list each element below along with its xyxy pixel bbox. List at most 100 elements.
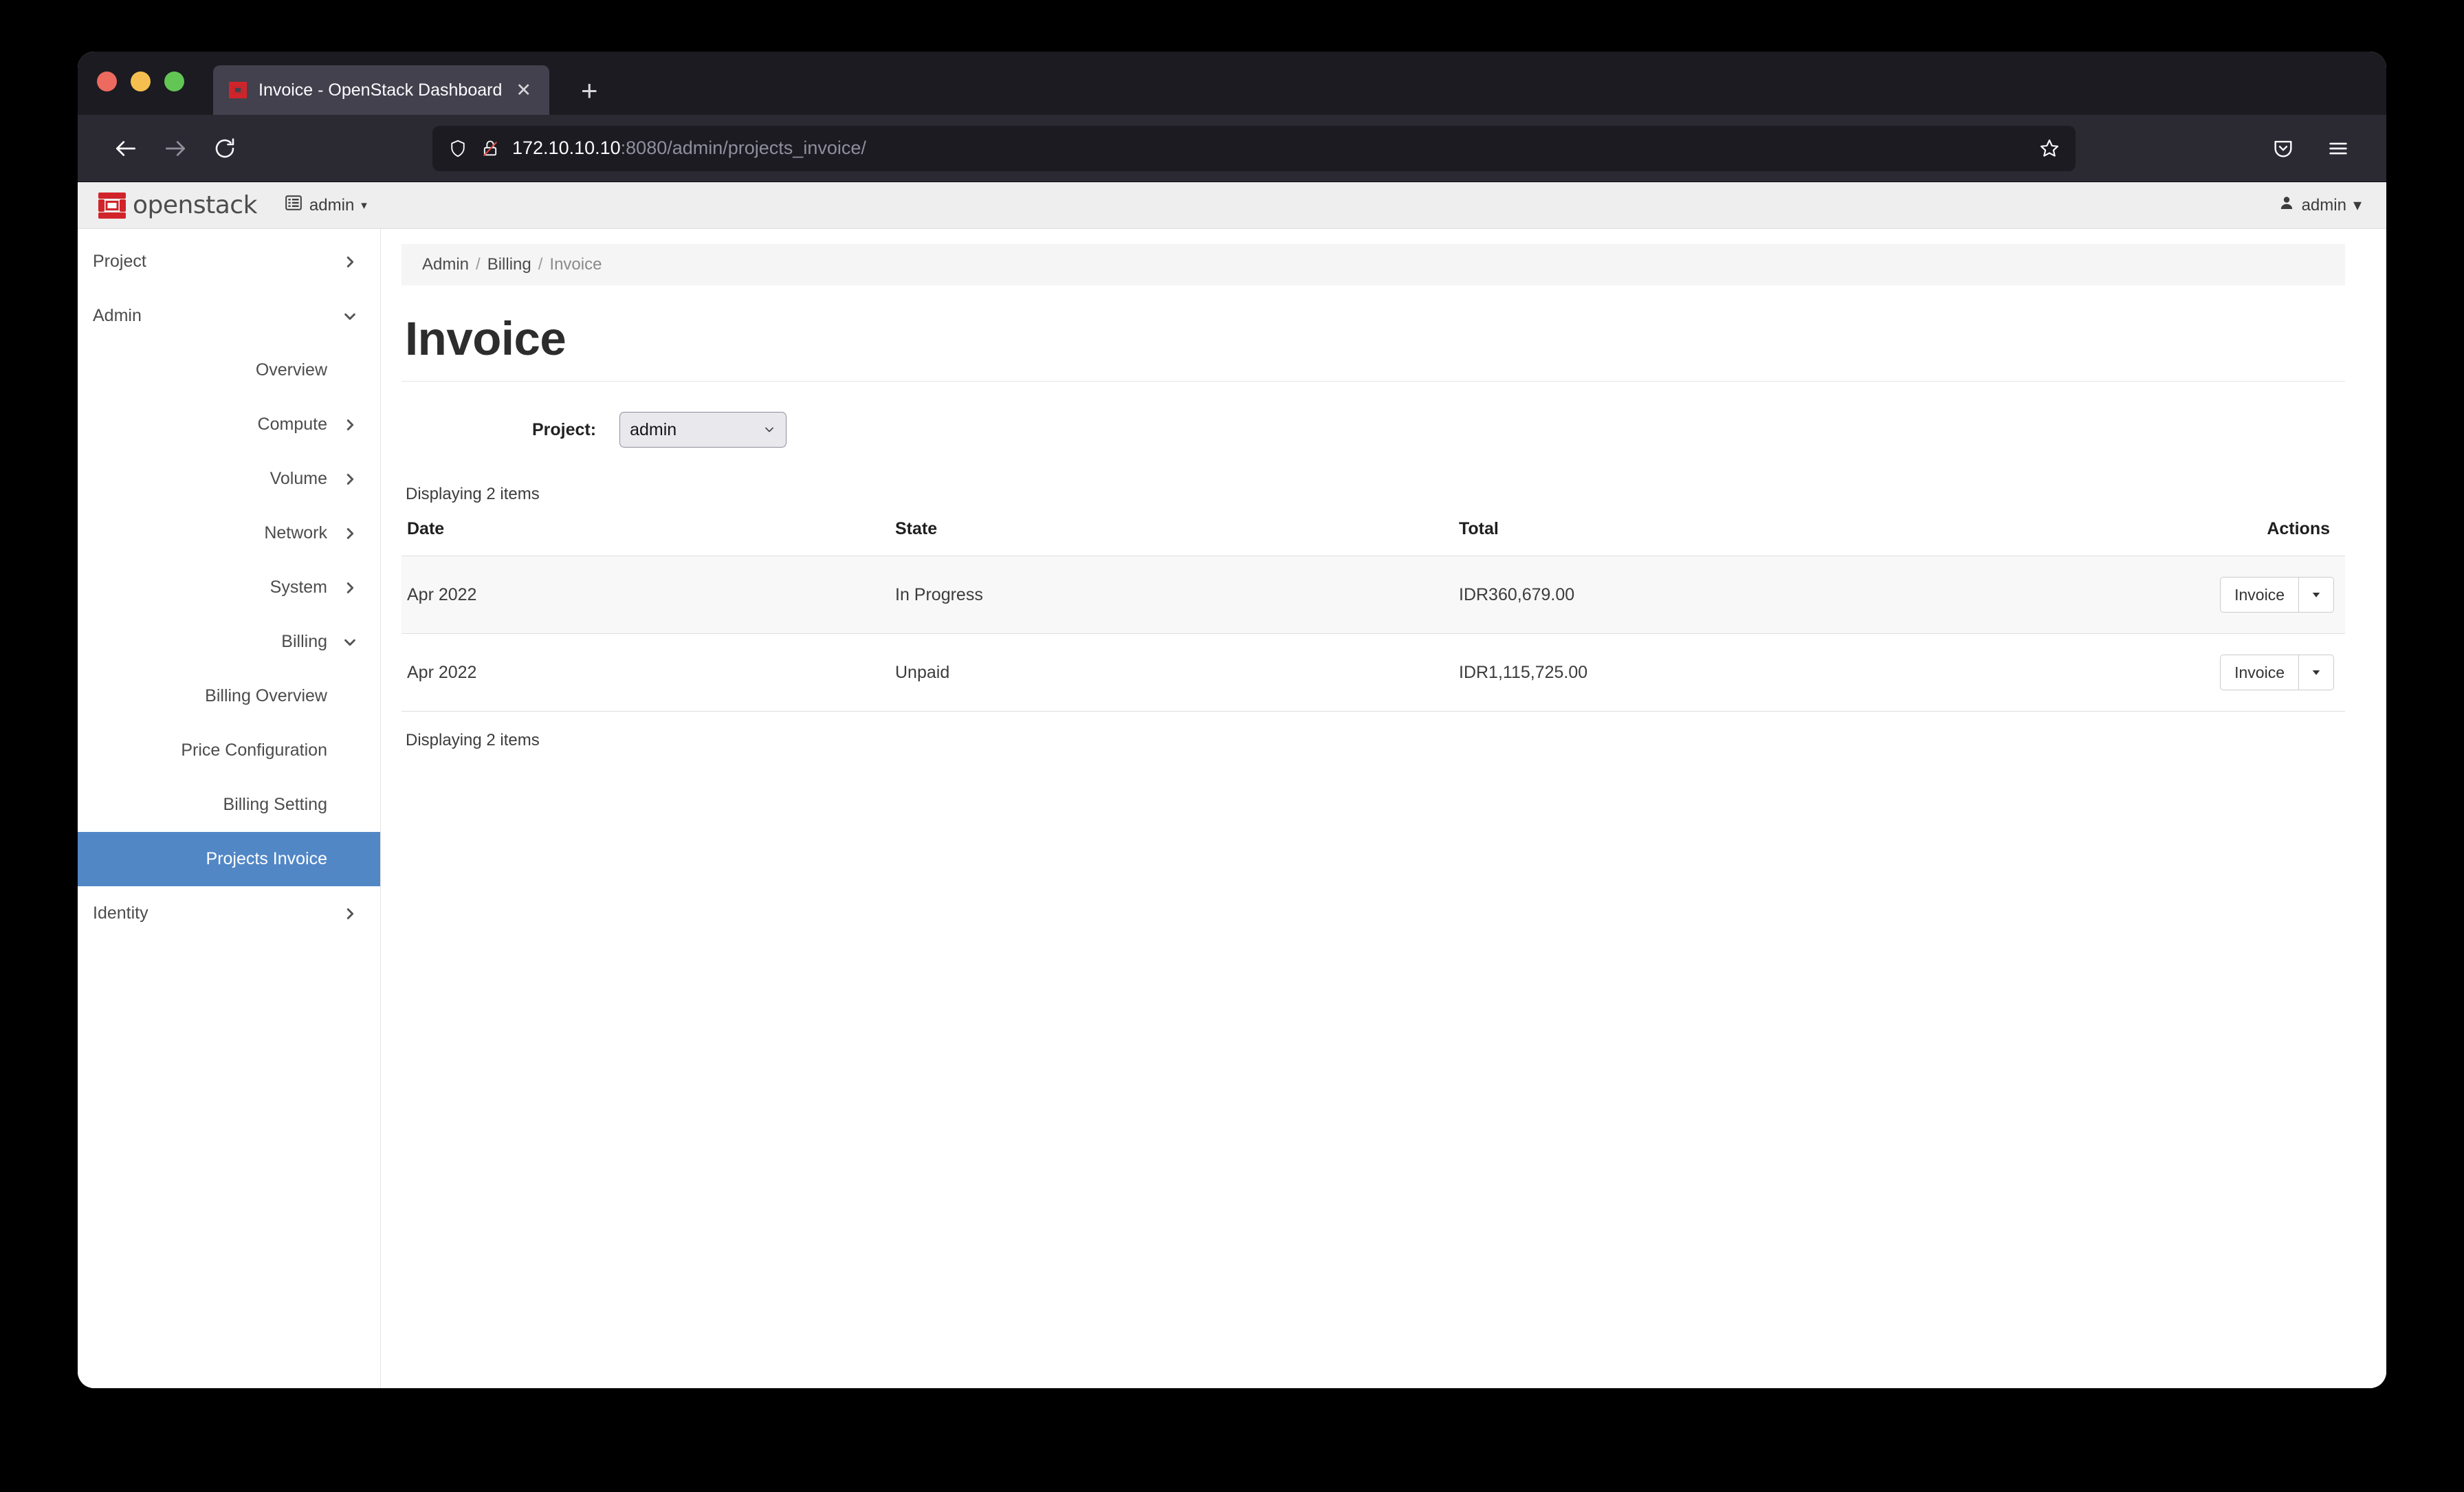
sidebar-item-billing-overview[interactable]: Billing Overview: [78, 669, 380, 723]
hamburger-menu-icon[interactable]: [2313, 124, 2363, 173]
sidebar-item-label: Identity: [93, 903, 148, 923]
dashboard-navbar: openstack admin ▾ admin ▾: [78, 182, 2386, 229]
item-count-bottom: Displaying 2 items: [406, 731, 540, 749]
dashboard-body: Project Admin Overview Compute Volume Network…: [78, 229, 2386, 1388]
chevron-down-icon: [342, 635, 358, 650]
url-bar[interactable]: 172.10.10.10:8080/admin/projects_invoice…: [432, 125, 2076, 171]
breadcrumb-item-billing[interactable]: Billing: [487, 255, 531, 274]
project-filter-label: Project:: [532, 419, 597, 439]
cell-state: In Progress: [890, 556, 1453, 634]
sidebar-item-compute[interactable]: Compute: [78, 397, 380, 452]
chevron-right-icon: [342, 906, 358, 921]
invoice-button[interactable]: Invoice: [2220, 577, 2298, 613]
browser-window: Invoice - OpenStack Dashboard ✕ + 172.10…: [78, 52, 2386, 1388]
invoice-button-group: Invoice: [2220, 655, 2334, 690]
bookmark-star-icon[interactable]: [2038, 138, 2060, 160]
project-select[interactable]: admin: [619, 412, 787, 448]
user-menu[interactable]: admin ▾: [2278, 195, 2362, 216]
sidebar-item-volume[interactable]: Volume: [78, 452, 380, 506]
browser-toolbar-right: [2258, 124, 2363, 173]
chevron-down-icon: [762, 423, 776, 437]
sidebar-item-label: Billing Overview: [205, 686, 327, 705]
cell-total: IDR360,679.00: [1453, 556, 1906, 634]
breadcrumb-item-admin[interactable]: Admin: [422, 255, 469, 274]
sidebar-item-label: Network: [264, 523, 327, 542]
invoice-table-body: Apr 2022 In Progress IDR360,679.00 Invoice A…: [402, 556, 2345, 712]
project-select-value: admin: [630, 419, 677, 439]
reload-button[interactable]: [200, 124, 250, 173]
cell-state: Unpaid: [890, 633, 1453, 712]
table-row[interactable]: Apr 2022 In Progress IDR360,679.00 Invoice: [402, 556, 2345, 634]
title-divider: [402, 381, 2345, 382]
column-header-actions: Actions: [2267, 519, 2330, 538]
sidebar-item-label: Price Configuration: [181, 740, 327, 760]
cell-actions: Invoice: [1905, 556, 2345, 634]
invoice-button-group: Invoice: [2220, 577, 2334, 613]
url-host: 172.10.10.10: [512, 138, 621, 158]
forward-button[interactable]: [151, 124, 200, 173]
breadcrumb-current: Invoice: [549, 255, 602, 274]
table-header-row: Date State Total Actions: [402, 519, 2345, 556]
browser-nav-bar: 172.10.10.10:8080/admin/projects_invoice…: [78, 115, 2386, 182]
browser-tab[interactable]: Invoice - OpenStack Dashboard ✕: [213, 65, 549, 115]
breadcrumb-separator: /: [538, 255, 543, 274]
sidebar-item-projects-invoice[interactable]: Projects Invoice: [78, 832, 380, 886]
sidebar-item-label: Volume: [270, 469, 327, 488]
sidebar-item-price-configuration[interactable]: Price Configuration: [78, 723, 380, 778]
openstack-logo-icon: [98, 192, 126, 219]
project-filter-row: Project: admin: [402, 412, 2345, 448]
sidebar: Project Admin Overview Compute Volume Network…: [78, 229, 381, 1388]
column-header-total[interactable]: Total: [1453, 519, 1905, 556]
invoice-button[interactable]: Invoice: [2220, 655, 2298, 690]
cell-date: Apr 2022: [402, 633, 890, 712]
sidebar-item-identity[interactable]: Identity: [78, 886, 380, 941]
sidebar-item-admin[interactable]: Admin: [78, 289, 380, 343]
tab-close-icon[interactable]: ✕: [513, 80, 534, 100]
invoice-dropdown-toggle[interactable]: [2298, 577, 2334, 613]
user-menu-label: admin: [2301, 195, 2346, 215]
breadcrumb-separator: /: [476, 255, 481, 274]
sidebar-item-label: Billing Setting: [223, 795, 327, 814]
sidebar-item-label: Projects Invoice: [206, 849, 327, 868]
sidebar-item-project[interactable]: Project: [78, 234, 380, 289]
chevron-down-icon: ▾: [361, 198, 367, 212]
window-controls: [97, 52, 184, 115]
page-title: Invoice: [405, 312, 566, 365]
sidebar-item-system[interactable]: System: [78, 560, 380, 615]
table-row[interactable]: Apr 2022 Unpaid IDR1,115,725.00 Invoice: [402, 633, 2345, 712]
openstack-logo-text: openstack: [133, 191, 257, 219]
chevron-down-icon: [342, 309, 358, 324]
browser-tab-title: Invoice - OpenStack Dashboard: [258, 80, 503, 100]
invoice-table: Date State Total Actions Apr 2022 In Prog…: [402, 519, 2345, 712]
close-window-button[interactable]: [97, 71, 117, 91]
sidebar-item-overview[interactable]: Overview: [78, 343, 380, 397]
column-header-date[interactable]: Date: [402, 519, 890, 556]
cell-date: Apr 2022: [402, 556, 890, 634]
broken-lock-icon[interactable]: [481, 139, 500, 158]
url-path: :8080/admin/projects_invoice/: [620, 138, 866, 158]
url-text[interactable]: 172.10.10.10:8080/admin/projects_invoice…: [512, 138, 2026, 159]
sidebar-item-label: Compute: [257, 415, 327, 434]
chevron-right-icon: [342, 526, 358, 541]
pocket-icon[interactable]: [2258, 124, 2308, 173]
invoice-dropdown-toggle[interactable]: [2298, 655, 2334, 690]
browser-tab-strip: Invoice - OpenStack Dashboard ✕ +: [78, 52, 2386, 115]
new-tab-button[interactable]: +: [574, 76, 605, 105]
sidebar-item-billing-setting[interactable]: Billing Setting: [78, 778, 380, 832]
sidebar-item-billing[interactable]: Billing: [78, 615, 380, 669]
project-switcher[interactable]: admin ▾: [285, 194, 367, 217]
column-header-state[interactable]: State: [890, 519, 1453, 556]
shield-icon[interactable]: [448, 138, 468, 159]
openstack-logo[interactable]: openstack: [98, 191, 257, 219]
maximize-window-button[interactable]: [164, 71, 184, 91]
sidebar-item-label: Project: [93, 252, 146, 271]
cell-total: IDR1,115,725.00: [1453, 633, 1906, 712]
cell-actions: Invoice: [1905, 633, 2345, 712]
sidebar-item-network[interactable]: Network: [78, 506, 380, 560]
user-icon: [2278, 195, 2295, 216]
invoice-table-head: Date State Total Actions: [402, 519, 2345, 556]
sidebar-item-label: Overview: [255, 360, 327, 380]
page-content: openstack admin ▾ admin ▾ Project Admin …: [78, 182, 2386, 1388]
minimize-window-button[interactable]: [131, 71, 151, 91]
back-button[interactable]: [101, 124, 151, 173]
